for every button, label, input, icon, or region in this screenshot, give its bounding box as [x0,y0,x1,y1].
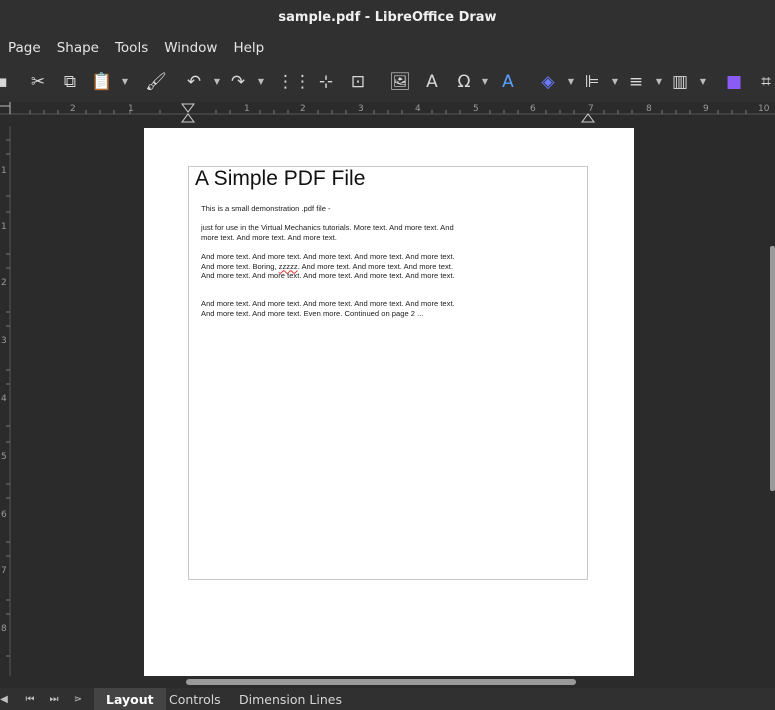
grid-icon[interactable]: ⋮⋮ [277,70,311,94]
tab-label: Layout [106,691,154,707]
zoom-pan-icon[interactable]: ⊡ [346,70,370,94]
pdf-title[interactable]: A Simple PDF File [195,167,365,191]
align-objects-icon[interactable]: ⊫ [580,70,604,94]
paste-icon[interactable]: 📋 [90,70,114,94]
window-title: sample.pdf - LibreOffice Draw [278,9,497,25]
pdf-content-frame[interactable]: A Simple PDF File This is a small demons… [188,166,588,580]
distribute-dropdown-icon[interactable]: ▼ [698,76,708,86]
tab-label: Controls [169,691,221,707]
shadow-icon[interactable]: ■ [722,70,746,94]
undo-icon[interactable]: ↶ [182,70,206,94]
tab-label: Dimension Lines [239,691,342,707]
copy-icon[interactable]: ⧉ [58,70,82,94]
transformations-dropdown-icon[interactable]: ▼ [566,76,576,86]
menu-page[interactable]: Page [8,40,41,56]
tab-dimension-lines[interactable]: Dimension Lines [227,688,354,710]
ruler-number: 1 [128,104,134,114]
ruler-number: 1 [1,166,7,176]
fontwork-icon[interactable]: A [496,70,520,94]
helplines-icon[interactable]: ⊹ [314,70,338,94]
cut-icon[interactable]: ✂ [26,70,50,94]
ruler-number: 5 [1,452,7,462]
ruler-number: 4 [1,394,7,404]
distribute-icon[interactable]: ▥ [668,70,692,94]
ruler-number: 9 [703,104,709,114]
ruler-number: 7 [588,104,594,114]
menu-help[interactable]: Help [233,40,264,56]
ruler-number: 10 [758,104,770,114]
scroll-next-icon[interactable]: ⏭ [46,691,62,707]
ruler-number: 3 [1,336,7,346]
ruler-number: 8 [646,104,652,114]
transformations-icon[interactable]: ◈ [536,70,560,94]
scroll-first-icon[interactable]: ◀ [0,691,12,707]
pdf-paragraph-3[interactable]: And more text. And more text. And more t… [201,252,463,281]
scroll-prev-icon[interactable]: ⏮ [22,691,38,707]
undo-dropdown-icon[interactable]: ▼ [212,76,222,86]
save-icon[interactable]: ▪ [0,70,14,94]
redo-icon[interactable]: ↷ [226,70,250,94]
horizontal-scrollbar-thumb[interactable] [186,679,576,685]
layer-tab-bar: ◀ ⏮ ⏭ ⋗ Layout Controls Dimension Lines [0,688,775,710]
standard-toolbar: ▪ ✂ ⧉ 📋 ▼ 🖌 ↶ ▼ ↷ ▼ ⋮⋮ ⊹ ⊡ 🖼 A Ω ▼ A ◈ ▼… [0,62,775,102]
window-titlebar: sample.pdf - LibreOffice Draw [0,0,775,34]
spellcheck-word[interactable]: zzzzz [279,262,298,271]
align-dropdown-icon[interactable]: ▼ [610,76,620,86]
arrange-icon[interactable]: ≡ [624,70,648,94]
drawing-canvas[interactable]: A Simple PDF File This is a small demons… [14,126,770,676]
document-page[interactable]: A Simple PDF File This is a small demons… [144,128,634,676]
special-character-icon[interactable]: Ω [452,70,476,94]
menu-shape[interactable]: Shape [57,40,99,56]
ruler-number: 7 [1,566,7,576]
arrange-dropdown-icon[interactable]: ▼ [654,76,664,86]
menu-tools[interactable]: Tools [115,40,148,56]
vertical-ruler[interactable]: 1 1 2 3 4 5 6 7 8 [0,126,14,676]
ruler-ticks [0,102,775,123]
vertical-scrollbar-thumb[interactable] [770,246,775,491]
special-character-dropdown-icon[interactable]: ▼ [480,76,490,86]
menu-bar: Page Shape Tools Window Help [0,34,775,62]
horizontal-scrollbar[interactable] [0,676,775,688]
ruler-number: 1 [244,104,250,114]
menu-window[interactable]: Window [164,40,217,56]
insert-image-icon[interactable]: 🖼 [388,70,412,94]
ruler-number: 3 [358,104,364,114]
ruler-number: 6 [1,510,7,520]
ruler-number: 5 [473,104,479,114]
paste-dropdown-icon[interactable]: ▼ [120,76,130,86]
pdf-paragraph-1[interactable]: This is a small demonstration .pdf file … [201,204,463,214]
redo-dropdown-icon[interactable]: ▼ [256,76,266,86]
clone-formatting-icon[interactable]: 🖌 [144,70,168,94]
ruler-number: 2 [300,104,306,114]
ruler-number: 8 [1,624,7,634]
scroll-last-icon[interactable]: ⋗ [70,691,86,707]
tab-layout[interactable]: Layout [94,688,166,710]
horizontal-ruler[interactable]: 2 1 1 2 3 4 5 6 7 8 9 10 [0,102,775,126]
ruler-number: 2 [70,104,76,114]
ruler-number: 2 [1,278,7,288]
tab-controls[interactable]: Controls [157,688,233,710]
pdf-paragraph-2[interactable]: just for use in the Virtual Mechanics tu… [201,223,463,242]
ruler-number: 4 [415,104,421,114]
crop-icon[interactable]: ⌗ [754,70,775,94]
ruler-number: 1 [1,222,7,232]
vertical-scrollbar[interactable] [770,126,775,676]
pdf-paragraph-4[interactable]: And more text. And more text. And more t… [201,299,463,318]
insert-textbox-icon[interactable]: A [420,70,444,94]
ruler-number: 6 [530,104,536,114]
